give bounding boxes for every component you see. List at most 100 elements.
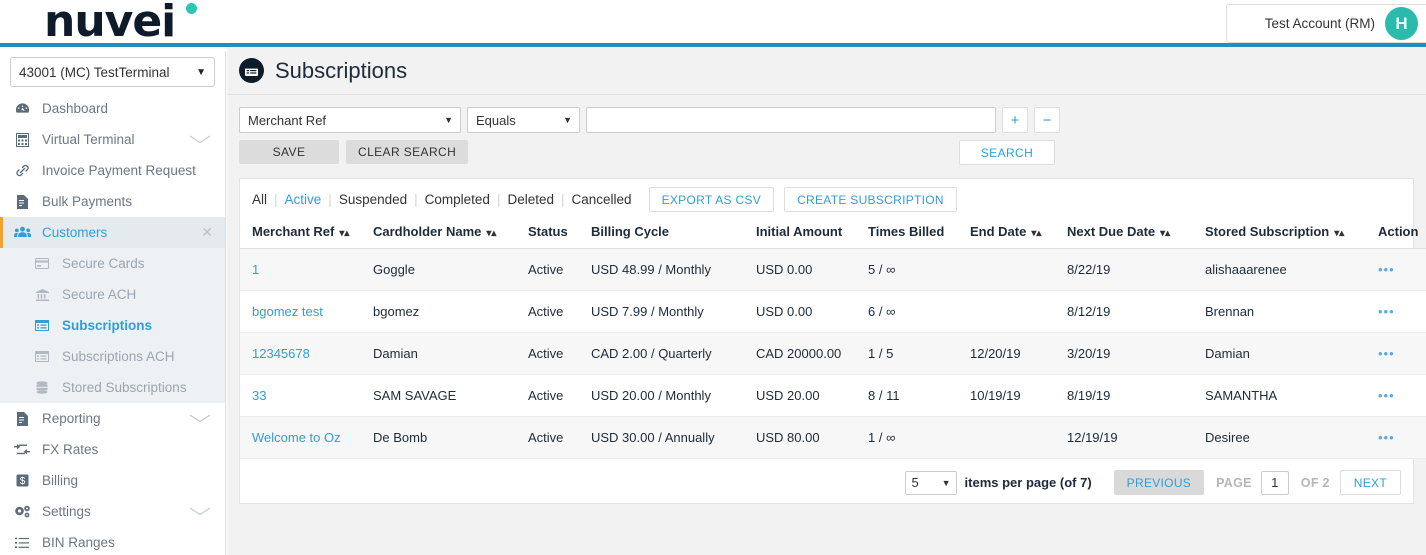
sidebar-item-label: Stored Subscriptions	[62, 380, 187, 395]
remove-filter-button[interactable]: −	[1034, 107, 1060, 133]
sidebar-item-label: Subscriptions	[62, 318, 152, 333]
cell-cardholder-name: De Bomb	[373, 417, 528, 459]
cell-status: Active	[528, 333, 591, 375]
exchange-icon	[12, 443, 32, 456]
col-label: Stored Subscription	[1205, 224, 1329, 239]
sidebar-item-fx-rates[interactable]: FX Rates	[0, 434, 225, 465]
filter-operator-select[interactable]: Equals ▼	[467, 107, 580, 133]
cell-cardholder-name: Goggle	[373, 249, 528, 291]
sort-icon[interactable]: ▾▴	[1031, 228, 1041, 239]
merchant-ref-link[interactable]: 12345678	[252, 346, 310, 361]
col-header-next-due-date[interactable]: Next Due Date▾▴	[1067, 220, 1205, 249]
col-header-cardholder-name[interactable]: Cardholder Name▾▴	[373, 220, 528, 249]
cell-next-due-date: 8/12/19	[1067, 291, 1205, 333]
sidebar-item-subscriptions[interactable]: Subscriptions	[0, 310, 225, 341]
subscriptions-card: All | Active | Suspended | Completed | D…	[239, 178, 1414, 504]
merchant-ref-link[interactable]: 1	[252, 262, 259, 277]
row-actions-icon[interactable]: •••	[1378, 304, 1395, 319]
filter-field-select[interactable]: Merchant Ref ▼	[239, 107, 461, 133]
sidebar-item-label: Subscriptions ACH	[62, 349, 175, 364]
cell-merchant-ref: 33	[240, 375, 373, 417]
sidebar-item-stored-subscriptions[interactable]: Stored Subscriptions	[0, 372, 225, 403]
tab-suspended[interactable]: Suspended	[332, 192, 414, 207]
add-filter-button[interactable]: +	[1002, 107, 1028, 133]
sort-icon[interactable]: ▾▴	[1334, 228, 1344, 239]
filter-button-row: SAVE CLEAR SEARCH SEARCH	[239, 140, 1414, 164]
sort-icon[interactable]: ▾▴	[1160, 228, 1170, 239]
account-menu[interactable]: Test Account (RM) H	[1226, 4, 1426, 43]
tab-deleted[interactable]: Deleted	[500, 192, 561, 207]
bank-icon	[32, 289, 52, 301]
sidebar-item-dashboard[interactable]: Dashboard	[0, 93, 225, 124]
sidebar-item-virtual-terminal[interactable]: Virtual Terminal	[0, 124, 225, 155]
sidebar-item-label: BIN Ranges	[42, 535, 115, 550]
create-subscription-button[interactable]: CREATE SUBSCRIPTION	[784, 187, 957, 212]
search-button[interactable]: SEARCH	[959, 140, 1055, 165]
sidebar-item-billing[interactable]: $ Billing	[0, 465, 225, 496]
table-row[interactable]: 33 SAM SAVAGE Active USD 20.00 / Monthly…	[240, 375, 1426, 417]
merchant-ref-link[interactable]: Welcome to Oz	[252, 430, 341, 445]
sidebar-item-label: Dashboard	[42, 101, 108, 116]
sidebar-item-bulk-payments[interactable]: Bulk Payments	[0, 186, 225, 217]
col-header-merchant-ref[interactable]: Merchant Ref▾▴	[240, 220, 373, 249]
sidebar-item-label: Secure Cards	[62, 256, 145, 271]
gears-icon	[12, 505, 32, 519]
merchant-ref-link[interactable]: 33	[252, 388, 266, 403]
row-actions-icon[interactable]: •••	[1378, 430, 1395, 445]
chevron-down-icon[interactable]	[189, 135, 211, 144]
col-header-stored-subscription[interactable]: Stored Subscription ▾▴	[1205, 220, 1378, 249]
sidebar-item-bin-ranges[interactable]: BIN Ranges	[0, 527, 225, 555]
cell-status: Active	[528, 375, 591, 417]
save-button[interactable]: SAVE	[239, 140, 339, 164]
sidebar-item-label: Invoice Payment Request	[42, 163, 196, 178]
sort-icon[interactable]: ▾▴	[486, 228, 496, 239]
filter-value-input[interactable]	[586, 107, 996, 133]
tab-all[interactable]: All	[252, 192, 274, 207]
row-actions-icon[interactable]: •••	[1378, 388, 1395, 403]
sidebar-item-settings[interactable]: Settings	[0, 496, 225, 527]
clear-search-button[interactable]: CLEAR SEARCH	[346, 140, 468, 164]
cell-initial-amount: USD 0.00	[756, 249, 868, 291]
document-icon	[12, 412, 32, 426]
table-row[interactable]: Welcome to Oz De Bomb Active USD 30.00 /…	[240, 417, 1426, 459]
sidebar-item-subscriptions-ach[interactable]: Subscriptions ACH	[0, 341, 225, 372]
avatar[interactable]: H	[1385, 7, 1418, 40]
table-row[interactable]: bgomez test bgomez Active USD 7.99 / Mon…	[240, 291, 1426, 333]
sidebar-item-label: Secure ACH	[62, 287, 136, 302]
subscriptions-icon	[239, 58, 264, 83]
table-header-row: Merchant Ref▾▴ Cardholder Name▾▴ Status …	[240, 220, 1426, 249]
close-icon[interactable]: ✕	[201, 224, 213, 241]
chevron-down-icon: ▼	[444, 115, 453, 125]
col-header-end-date[interactable]: End Date▾▴	[970, 220, 1067, 249]
cell-merchant-ref: bgomez test	[240, 291, 373, 333]
sort-icon[interactable]: ▾▴	[339, 228, 349, 239]
chevron-down-icon[interactable]	[189, 414, 211, 423]
terminal-selector[interactable]: 43001 (MC) TestTerminal ▼	[10, 57, 215, 87]
sidebar-item-customers[interactable]: Customers ✕	[0, 217, 225, 248]
sidebar-item-invoice-payment-request[interactable]: Invoice Payment Request	[0, 155, 225, 186]
cell-stored-subscription: Brennan	[1205, 291, 1378, 333]
previous-page-button[interactable]: PREVIOUS	[1114, 470, 1204, 495]
table-row[interactable]: 12345678 Damian Active CAD 2.00 / Quarte…	[240, 333, 1426, 375]
sidebar-item-secure-ach[interactable]: Secure ACH	[0, 279, 225, 310]
table-icon	[32, 351, 52, 362]
row-actions-icon[interactable]: •••	[1378, 262, 1395, 277]
cell-action: •••	[1378, 417, 1426, 459]
merchant-ref-link[interactable]: bgomez test	[252, 304, 323, 319]
page-number-input[interactable]	[1261, 471, 1289, 495]
items-per-page-select[interactable]: 5 ▼	[905, 471, 957, 495]
table-icon	[32, 320, 52, 331]
table-row[interactable]: 1 Goggle Active USD 48.99 / Monthly USD …	[240, 249, 1426, 291]
top-header: nuvei Test Account (RM) H	[0, 0, 1426, 47]
sidebar-item-reporting[interactable]: Reporting	[0, 403, 225, 434]
next-page-button[interactable]: NEXT	[1340, 470, 1401, 495]
col-header-billing-cycle: Billing Cycle	[591, 220, 756, 249]
tab-cancelled[interactable]: Cancelled	[565, 192, 639, 207]
terminal-selector-value: 43001 (MC) TestTerminal	[19, 65, 170, 80]
tab-completed[interactable]: Completed	[418, 192, 497, 207]
row-actions-icon[interactable]: •••	[1378, 346, 1395, 361]
chevron-down-icon[interactable]	[189, 507, 211, 516]
tab-active[interactable]: Active	[278, 192, 329, 207]
sidebar-item-secure-cards[interactable]: Secure Cards	[0, 248, 225, 279]
export-as-csv-button[interactable]: EXPORT AS CSV	[649, 187, 775, 212]
